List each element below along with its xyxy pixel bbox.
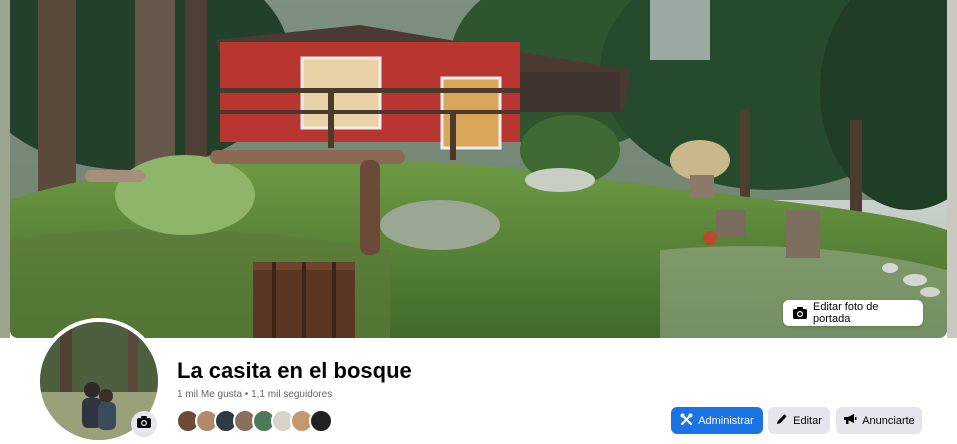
edit-button[interactable]: Editar bbox=[768, 407, 830, 434]
tools-icon bbox=[680, 413, 693, 429]
edit-cover-photo-label: Editar foto de portada bbox=[813, 301, 879, 325]
edit-button-label: Editar bbox=[793, 414, 822, 427]
page-title: La casita en el bosque bbox=[177, 358, 412, 383]
cover-photo-illustration bbox=[10, 0, 947, 338]
cover-frame-left bbox=[0, 0, 10, 338]
cover-frame-right bbox=[947, 0, 957, 338]
camera-icon bbox=[793, 307, 807, 319]
pencil-icon bbox=[776, 413, 788, 428]
cover-photo[interactable] bbox=[10, 0, 947, 338]
admin-button-label: Administrar bbox=[698, 414, 754, 427]
edit-cover-photo-button[interactable]: Editar foto de portada bbox=[783, 300, 923, 326]
megaphone-icon bbox=[843, 413, 857, 428]
profile-camera-button[interactable] bbox=[131, 411, 157, 437]
friend-avatar[interactable] bbox=[309, 409, 333, 433]
advertise-button[interactable]: Anunciarte bbox=[836, 407, 922, 434]
follower-avatars[interactable] bbox=[176, 409, 333, 433]
advertise-button-label: Anunciarte bbox=[862, 414, 915, 427]
camera-icon bbox=[137, 415, 151, 433]
admin-button[interactable]: Administrar bbox=[671, 407, 763, 434]
page-stats[interactable]: 1 mil Me gusta • 1,1 mil seguidores bbox=[177, 389, 332, 400]
